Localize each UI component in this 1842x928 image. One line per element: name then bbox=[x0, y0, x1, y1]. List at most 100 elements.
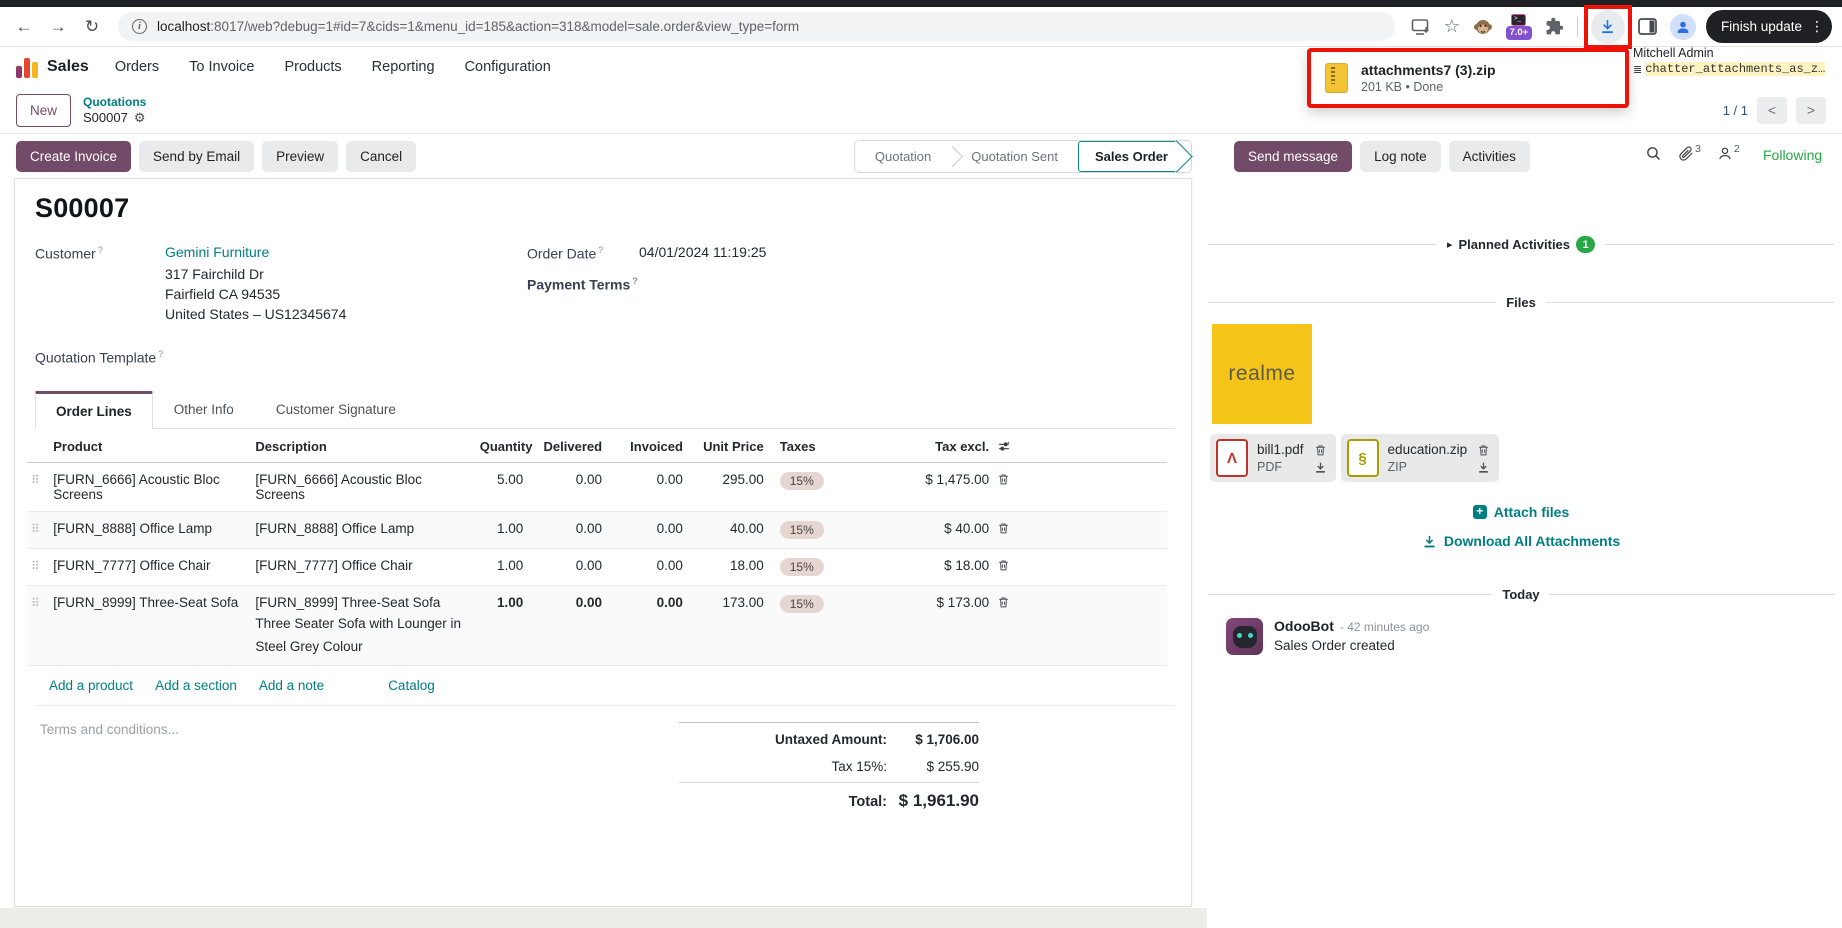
download-shelf-popup[interactable]: attachments7 (3).zip 201 KB • Done bbox=[1307, 48, 1629, 108]
add-a-note-link[interactable]: Add a note bbox=[259, 678, 324, 693]
finish-update-button[interactable]: Finish update ⋮ bbox=[1706, 10, 1832, 43]
send-message-button[interactable]: Send message bbox=[1234, 141, 1352, 172]
tab-other-info[interactable]: Other Info bbox=[153, 391, 255, 429]
nav-item-orders[interactable]: Orders bbox=[115, 59, 159, 75]
cell-taxes[interactable]: 15% bbox=[768, 462, 920, 511]
nav-item-to-invoice[interactable]: To Invoice bbox=[189, 59, 254, 75]
tab-order-lines[interactable]: Order Lines bbox=[35, 391, 153, 429]
cell-invoiced[interactable]: 0.00 bbox=[606, 462, 687, 511]
cell-delivered[interactable]: 0.00 bbox=[527, 585, 606, 665]
payment-terms-value[interactable] bbox=[639, 275, 766, 293]
browser-reload-icon[interactable]: ↻ bbox=[78, 13, 106, 41]
cell-unit-price[interactable]: 40.00 bbox=[687, 511, 768, 548]
terms-placeholder-input[interactable]: Terms and conditions... bbox=[40, 722, 679, 817]
cell-product[interactable]: [FURN_8888] Office Lamp bbox=[49, 511, 251, 548]
url-text[interactable]: localhost:8017/web?debug=1#id=7&cids=1&m… bbox=[157, 19, 799, 34]
cell-delete[interactable] bbox=[993, 585, 1023, 665]
attachments-counter-button[interactable]: 3 bbox=[1678, 145, 1701, 162]
send-by-email-button[interactable]: Send by Email bbox=[139, 141, 254, 172]
pager-previous-button[interactable]: < bbox=[1757, 97, 1787, 124]
cell-description[interactable]: [FURN_6666] Acoustic Bloc Screens bbox=[251, 462, 475, 511]
app-name[interactable]: Sales bbox=[47, 58, 89, 76]
new-button[interactable]: New bbox=[16, 94, 71, 127]
status-step-quotation-sent[interactable]: Quotation Sent bbox=[951, 141, 1078, 172]
customer-link[interactable]: Gemini Furniture bbox=[165, 244, 269, 260]
action-gear-icon[interactable]: ⚙ bbox=[134, 110, 146, 126]
log-note-button[interactable]: Log note bbox=[1360, 141, 1441, 172]
image-attachment-realme[interactable]: realme bbox=[1212, 324, 1312, 424]
drag-handle-icon[interactable]: ⠿ bbox=[31, 596, 40, 610]
following-toggle[interactable]: Following bbox=[1763, 147, 1822, 163]
side-panel-icon[interactable] bbox=[1638, 18, 1657, 35]
apps-menu[interactable]: Sales bbox=[16, 56, 89, 78]
browser-back-icon[interactable]: ← bbox=[10, 13, 38, 41]
cell-unit-price[interactable]: 295.00 bbox=[687, 462, 768, 511]
pager-next-button[interactable]: > bbox=[1796, 97, 1826, 124]
create-invoice-button[interactable]: Create Invoice bbox=[16, 141, 131, 172]
order-date-value[interactable]: 04/01/2024 11:19:25 bbox=[639, 244, 766, 262]
odoobot-avatar[interactable] bbox=[1226, 618, 1263, 655]
optional-columns-icon[interactable] bbox=[997, 440, 1019, 453]
message-author[interactable]: OdooBot bbox=[1274, 618, 1334, 634]
cell-description[interactable]: [FURN_8999] Three-Seat SofaThree Seater … bbox=[251, 585, 475, 665]
download-attachment-icon[interactable] bbox=[1314, 461, 1327, 474]
tampermonkey-icon[interactable] bbox=[1473, 17, 1493, 37]
cell-delivered[interactable]: 0.00 bbox=[527, 462, 606, 511]
userscript-entry[interactable]: ≣ chatter_attachments_as_z… bbox=[1633, 62, 1841, 76]
cell-unit-price[interactable]: 173.00 bbox=[687, 585, 768, 665]
planned-activities-section[interactable]: ▸ Planned Activities 1 bbox=[1208, 236, 1834, 253]
drag-handle-cell[interactable]: ⠿ bbox=[27, 548, 49, 585]
cell-product[interactable]: [FURN_8999] Three-Seat Sofa bbox=[49, 585, 251, 665]
cell-description[interactable]: [FURN_8888] Office Lamp bbox=[251, 511, 475, 548]
catalog-link[interactable]: Catalog bbox=[388, 678, 435, 693]
cell-invoiced[interactable]: 0.00 bbox=[606, 511, 687, 548]
cancel-button[interactable]: Cancel bbox=[346, 141, 416, 172]
cell-delete[interactable] bbox=[993, 462, 1023, 511]
cell-invoiced[interactable]: 0.00 bbox=[606, 548, 687, 585]
status-step-sales-order[interactable]: Sales Order bbox=[1078, 141, 1176, 172]
drag-handle-cell[interactable]: ⠿ bbox=[27, 462, 49, 511]
downloads-button[interactable] bbox=[1591, 10, 1625, 44]
download-all-attachments-button[interactable]: Download All Attachments bbox=[1208, 533, 1834, 549]
delete-attachment-icon[interactable] bbox=[1477, 443, 1490, 457]
attachment-name[interactable]: bill1.pdf bbox=[1257, 442, 1304, 457]
browser-forward-icon[interactable]: → bbox=[44, 13, 72, 41]
attachment-card-bill1-pdf[interactable]: Λbill1.pdfPDF bbox=[1210, 434, 1336, 482]
drag-handle-cell[interactable]: ⠿ bbox=[27, 585, 49, 665]
delete-line-icon[interactable] bbox=[997, 558, 1019, 572]
cell-delete[interactable] bbox=[993, 548, 1023, 585]
nav-item-products[interactable]: Products bbox=[284, 59, 341, 75]
cell-invoiced[interactable]: 0.00 bbox=[606, 585, 687, 665]
extensions-puzzle-icon[interactable] bbox=[1545, 17, 1564, 36]
install-app-icon[interactable] bbox=[1411, 18, 1431, 36]
cell-delivered[interactable]: 0.00 bbox=[527, 548, 606, 585]
cell-quantity[interactable]: 1.00 bbox=[476, 548, 528, 585]
preview-button[interactable]: Preview bbox=[262, 141, 338, 172]
drag-handle-icon[interactable]: ⠿ bbox=[31, 522, 40, 536]
add-a-section-link[interactable]: Add a section bbox=[155, 678, 237, 693]
downloaded-filename[interactable]: attachments7 (3).zip bbox=[1361, 62, 1496, 78]
drag-handle-icon[interactable]: ⠿ bbox=[31, 559, 40, 573]
add-a-product-link[interactable]: Add a product bbox=[49, 678, 133, 693]
site-info-icon[interactable]: i bbox=[132, 19, 147, 34]
nav-item-reporting[interactable]: Reporting bbox=[372, 59, 435, 75]
cell-delete[interactable] bbox=[993, 511, 1023, 548]
attach-files-button[interactable]: + Attach files bbox=[1208, 504, 1834, 520]
cell-unit-price[interactable]: 18.00 bbox=[687, 548, 768, 585]
cell-taxes[interactable]: 15% bbox=[768, 511, 920, 548]
delete-line-icon[interactable] bbox=[997, 521, 1019, 535]
download-attachment-icon[interactable] bbox=[1477, 461, 1490, 474]
drag-handle-icon[interactable]: ⠿ bbox=[31, 473, 40, 487]
violentmonkey-extension-icon[interactable]: >_ 7.0+ bbox=[1506, 14, 1532, 40]
cell-quantity[interactable]: 5.00 bbox=[476, 462, 528, 511]
status-step-quotation[interactable]: Quotation bbox=[855, 141, 951, 172]
address-bar[interactable]: i localhost:8017/web?debug=1#id=7&cids=1… bbox=[118, 12, 1395, 41]
cell-quantity[interactable]: 1.00 bbox=[476, 511, 528, 548]
drag-handle-cell[interactable]: ⠿ bbox=[27, 511, 49, 548]
cell-product[interactable]: [FURN_6666] Acoustic Bloc Screens bbox=[49, 462, 251, 511]
cell-quantity[interactable]: 1.00 bbox=[476, 585, 528, 665]
delete-line-icon[interactable] bbox=[997, 472, 1019, 486]
cell-taxes[interactable]: 15% bbox=[768, 548, 920, 585]
cell-product[interactable]: [FURN_7777] Office Chair bbox=[49, 548, 251, 585]
tab-customer-signature[interactable]: Customer Signature bbox=[255, 391, 417, 429]
